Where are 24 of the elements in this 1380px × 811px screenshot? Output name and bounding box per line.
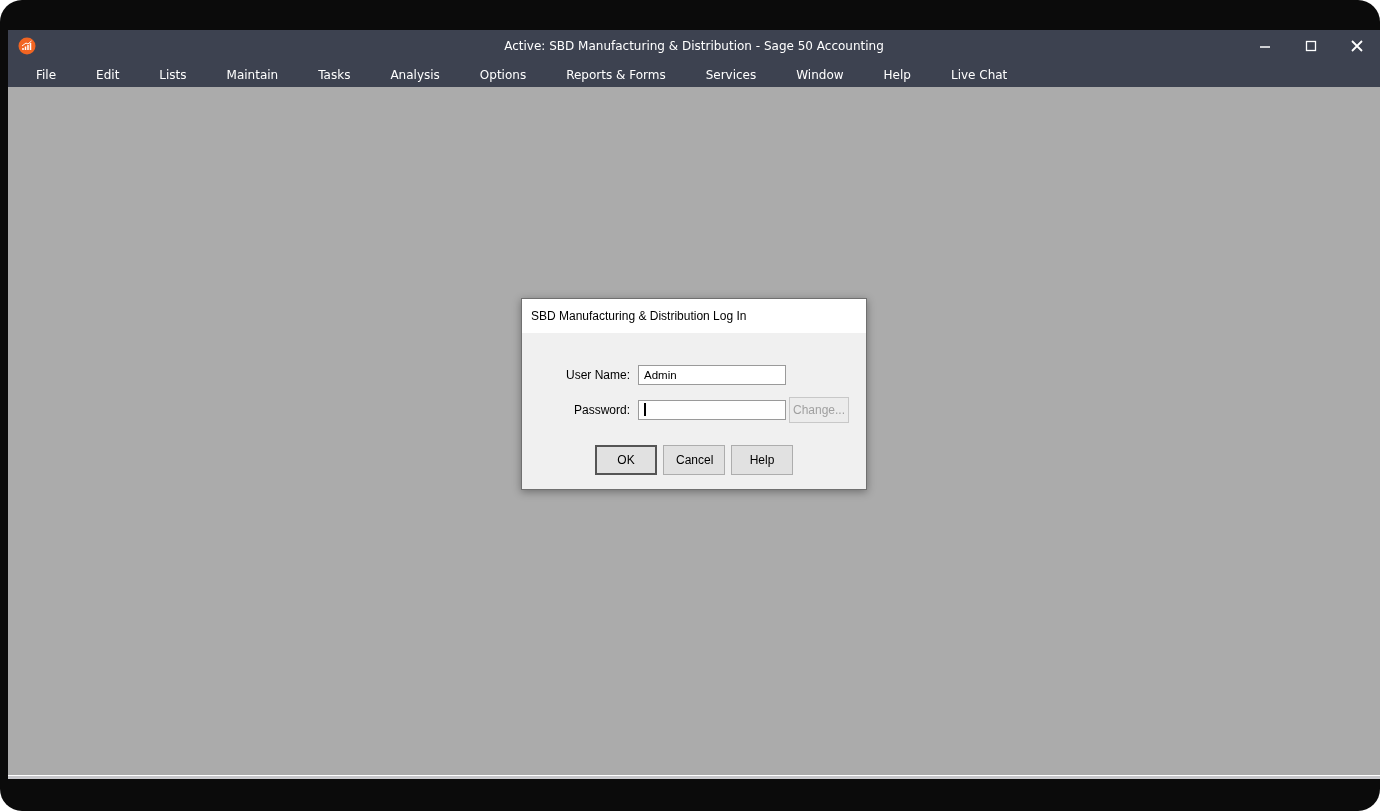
- menu-item[interactable]: Tasks: [318, 67, 351, 82]
- menu-item[interactable]: Lists: [159, 67, 187, 82]
- menu-item[interactable]: Live Chat: [950, 67, 1008, 82]
- menu-item[interactable]: Analysis: [390, 67, 440, 82]
- menu-item[interactable]: Window: [796, 67, 844, 82]
- field-label: Password:: [572, 402, 630, 417]
- menu-item[interactable]: Options: [479, 67, 527, 82]
- menu-item[interactable]: Maintain: [226, 67, 279, 82]
- menu-item[interactable]: Reports & Forms: [566, 67, 666, 82]
- menu-item[interactable]: Help: [883, 67, 911, 82]
- dialog-title: SBD Manufacturing & Distribution Log In: [522, 298, 866, 333]
- window-title: Active: SBD Manufacturing & Distribution - Sage 50 Accounting: [504, 39, 884, 53]
- input-field[interactable]: [638, 399, 786, 420]
- maximize-icon[interactable]: [1305, 40, 1317, 52]
- app-logo-icon: [18, 37, 36, 55]
- input-field[interactable]: Admin: [638, 364, 786, 385]
- dialog-button[interactable]: Cancel: [663, 444, 725, 475]
- dialog-button[interactable]: OK: [595, 444, 657, 475]
- menu-item[interactable]: Edit: [96, 67, 120, 82]
- menu-item[interactable]: Services: [705, 67, 757, 82]
- dialog-button[interactable]: Help: [731, 444, 793, 475]
- field-label: User Name:: [565, 367, 630, 382]
- menu-item[interactable]: File: [36, 67, 57, 82]
- close-icon[interactable]: [1351, 40, 1363, 52]
